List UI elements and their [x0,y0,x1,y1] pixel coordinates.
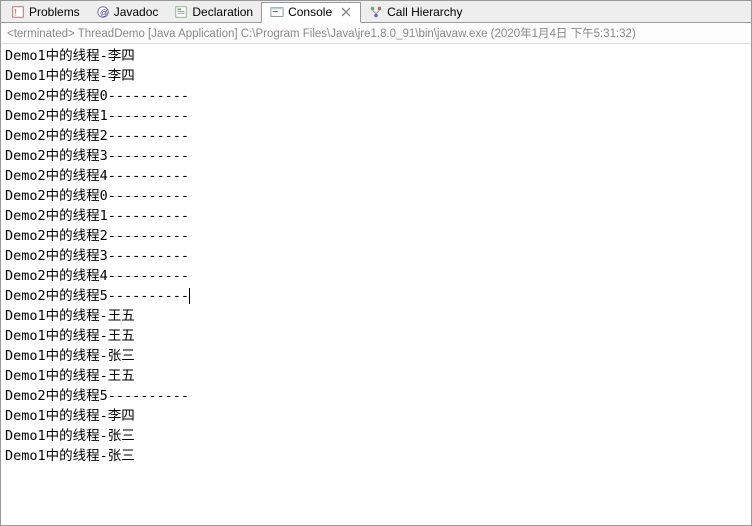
console-line: Demo2中的线程2---------- [5,226,747,246]
console-line: Demo2中的线程4---------- [5,166,747,186]
declaration-icon [174,5,188,19]
tab-problems[interactable]: ! Problems [3,1,88,22]
console-line: Demo2中的线程1---------- [5,106,747,126]
console-line: Demo2中的线程2---------- [5,126,747,146]
javadoc-icon: @ [96,5,110,19]
svg-text:@: @ [100,8,108,17]
tab-declaration[interactable]: Declaration [166,1,261,22]
console-line: Demo1中的线程-李四 [5,66,747,86]
console-line: Demo1中的线程-李四 [5,406,747,426]
tab-label: Console [288,5,332,19]
console-line: Demo2中的线程5---------- [5,386,747,406]
console-line: Demo1中的线程-李四 [5,46,747,66]
console-line: Demo2中的线程4---------- [5,266,747,286]
console-line: Demo2中的线程0---------- [5,86,747,106]
console-line: Demo2中的线程3---------- [5,246,747,266]
console-line: Demo1中的线程-张三 [5,446,747,466]
console-line: Demo1中的线程-王五 [5,306,747,326]
tab-label: Javadoc [114,5,159,19]
tab-label: Problems [29,5,80,19]
console-icon [270,5,284,19]
console-status: <terminated> ThreadDemo [Java Applicatio… [1,23,751,44]
tab-label: Call Hierarchy [387,5,462,19]
tab-javadoc[interactable]: @ Javadoc [88,1,167,22]
console-line: Demo2中的线程1---------- [5,206,747,226]
console-line: Demo1中的线程-张三 [5,426,747,446]
close-icon[interactable] [340,6,352,18]
console-line: Demo2中的线程3---------- [5,146,747,166]
tab-console[interactable]: Console [261,2,361,23]
console-output[interactable]: Demo1中的线程-李四Demo1中的线程-李四Demo2中的线程0------… [1,44,751,468]
console-line: Demo1中的线程-王五 [5,366,747,386]
problems-icon: ! [11,5,25,19]
call-hierarchy-icon [369,5,383,19]
console-line: Demo2中的线程0---------- [5,186,747,206]
tab-call-hierarchy[interactable]: Call Hierarchy [361,1,470,22]
view-tabbar: ! Problems @ Javadoc Declaration Console Call … [1,1,751,23]
tab-label: Declaration [192,5,253,19]
console-line: Demo1中的线程-王五 [5,326,747,346]
console-line: Demo2中的线程5---------- [5,286,747,306]
console-line: Demo1中的线程-张三 [5,346,747,366]
svg-text:!: ! [15,7,17,17]
